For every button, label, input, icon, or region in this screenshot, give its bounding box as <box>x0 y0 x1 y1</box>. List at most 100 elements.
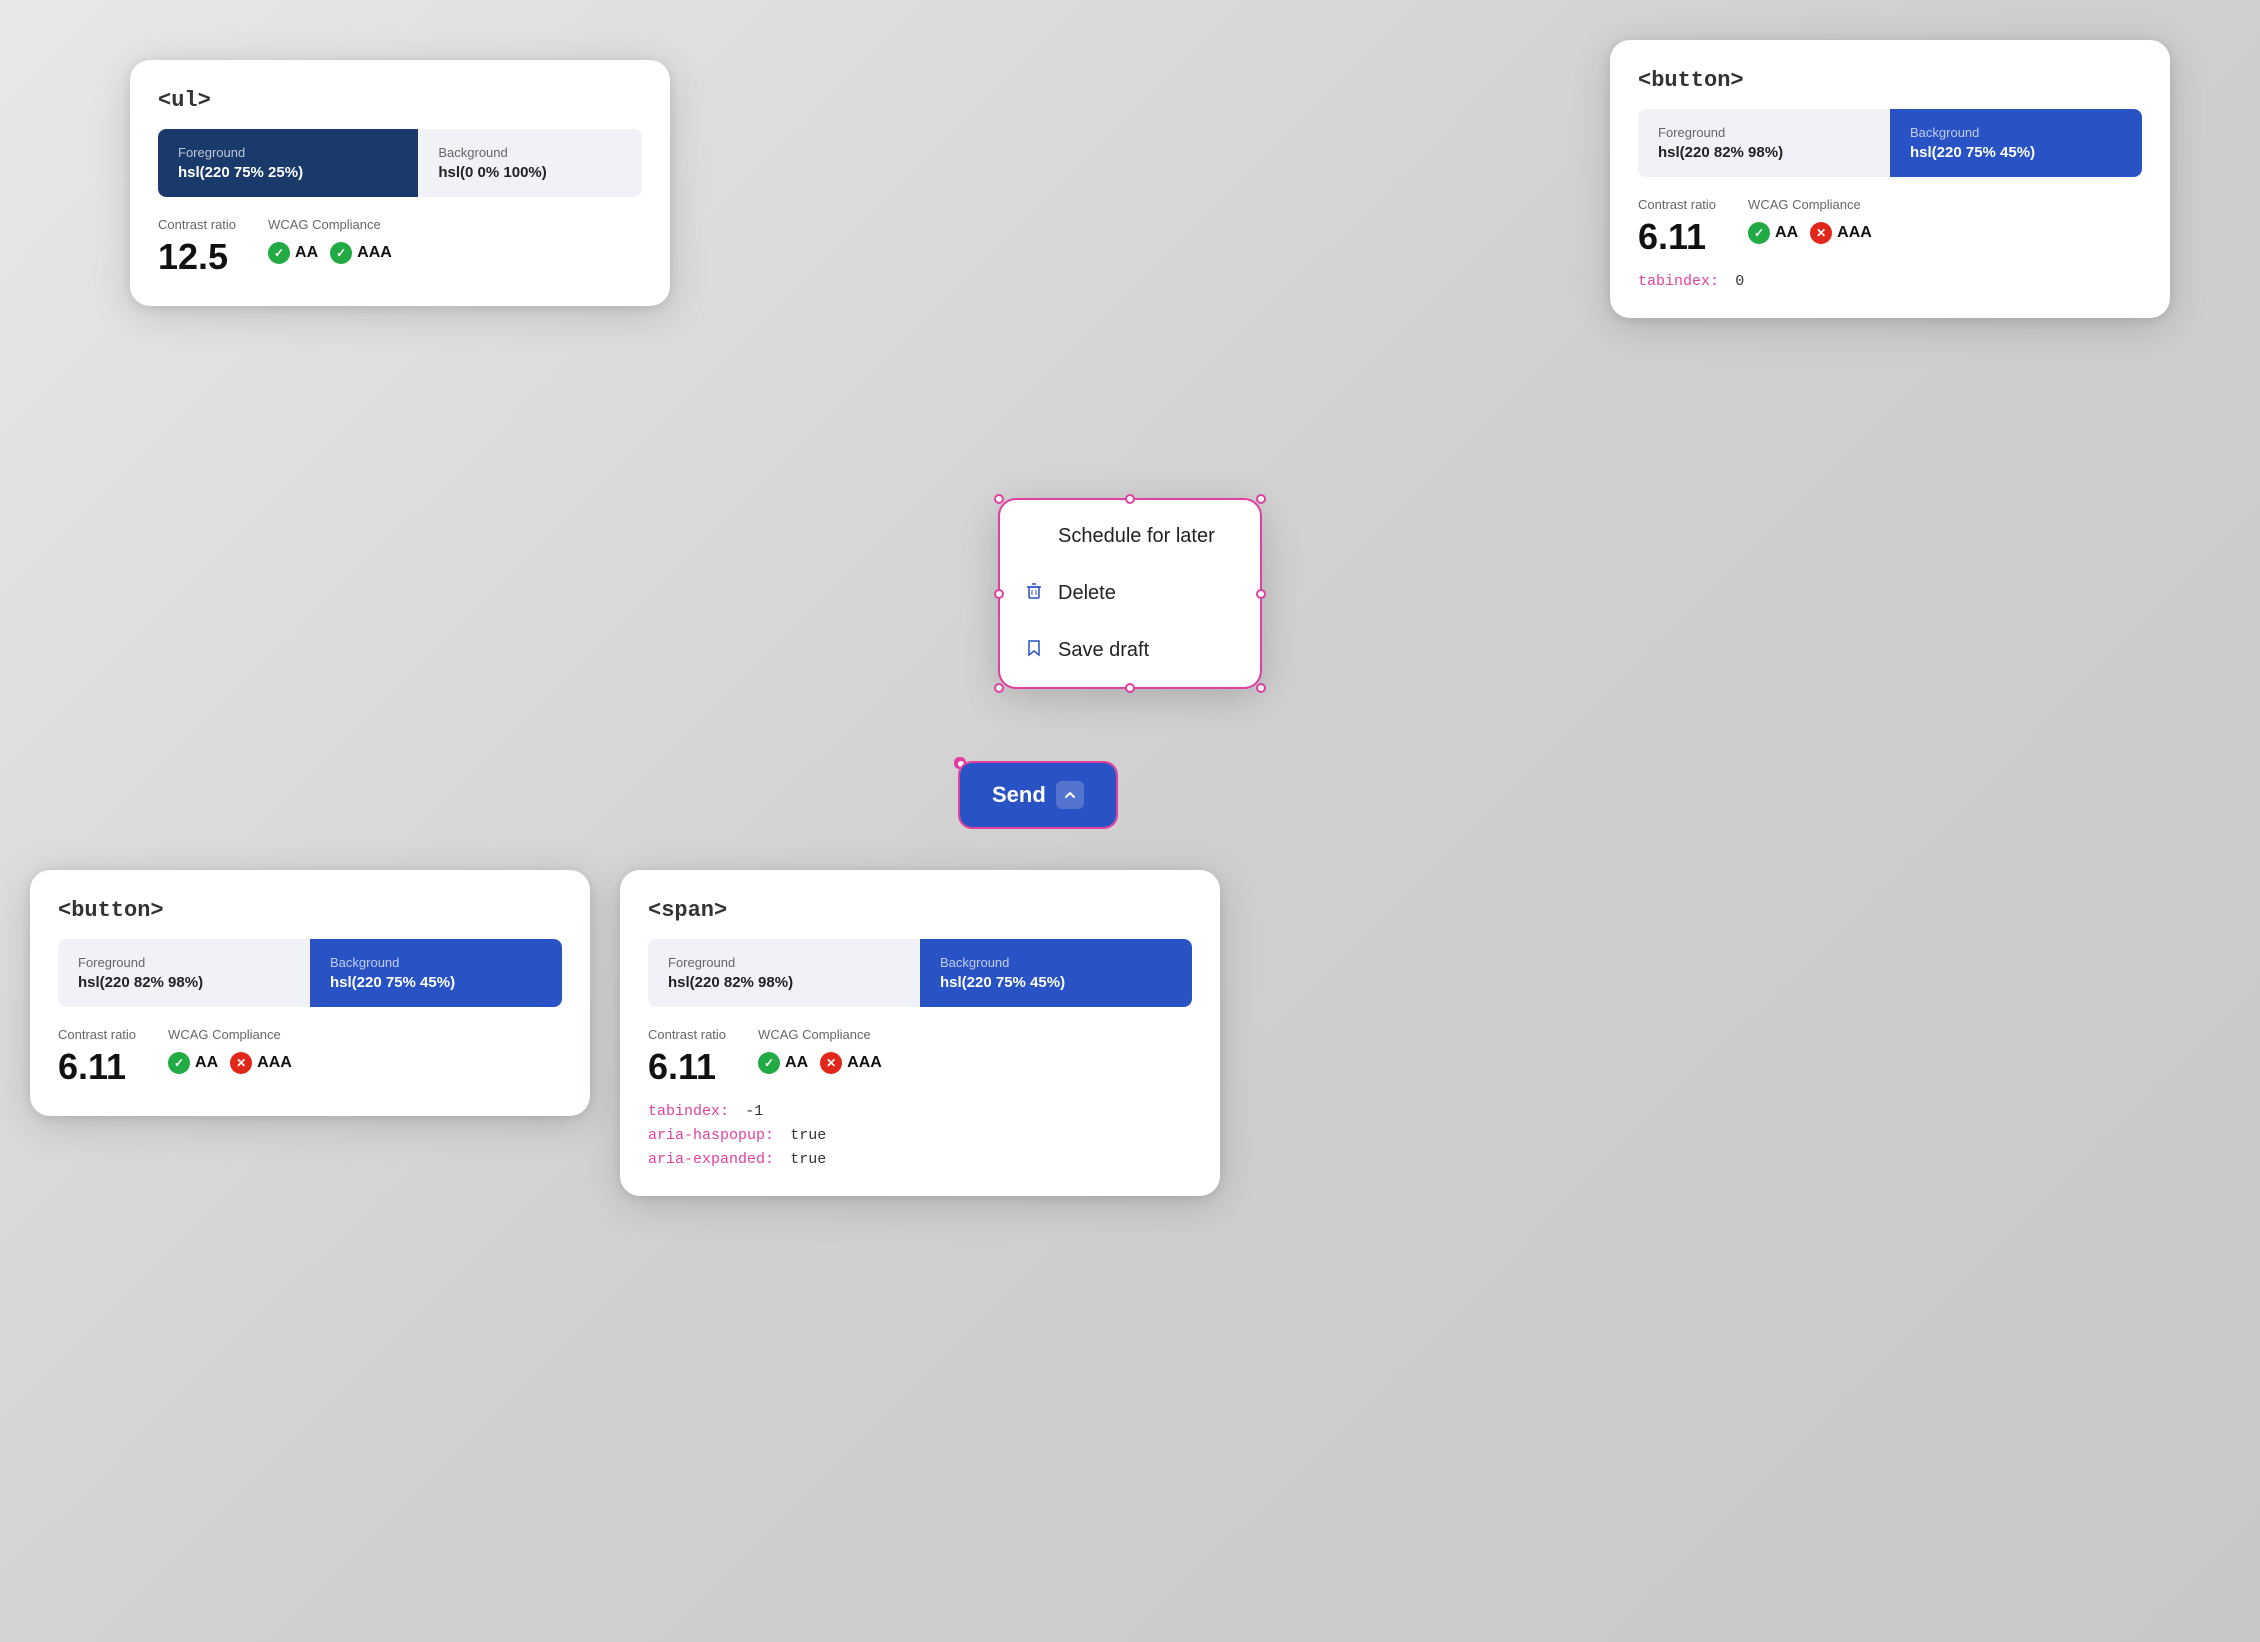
dropdown-item-save-draft[interactable]: Save draft <box>1000 622 1260 679</box>
calendar-icon <box>1024 524 1044 549</box>
fg-label-span: Foreground <box>668 955 900 970</box>
background-value-ul: hsl(0 0% 100%) <box>438 164 622 181</box>
wcag-label-ul: WCAG Compliance <box>268 217 392 232</box>
bg-label-btn-bottom: Background <box>330 955 542 970</box>
delete-label: Delete <box>1058 582 1116 605</box>
aaa-label-ul: AAA <box>357 244 392 262</box>
fg-label-btn-top: Foreground <box>1658 125 1870 140</box>
tabindex-label-btn-top: tabindex: <box>1638 273 1719 290</box>
wcag-badges-span: ✓ AA ✕ AAA <box>758 1052 882 1074</box>
tabindex-value-btn-top: 0 <box>1735 273 1744 290</box>
color-swatches-btn-bottom: Foreground hsl(220 82% 98%) Background h… <box>58 939 562 1007</box>
bookmark-icon <box>1024 638 1044 663</box>
dropdown-item-schedule[interactable]: Schedule for later <box>1000 508 1260 565</box>
bg-value-span: hsl(220 75% 45%) <box>940 974 1172 991</box>
aa-label-btn-bottom: AA <box>195 1054 218 1072</box>
aa-label-span: AA <box>785 1054 808 1072</box>
wcag-label-btn-top: WCAG Compliance <box>1748 197 1872 212</box>
wcag-label-span: WCAG Compliance <box>758 1027 882 1042</box>
foreground-swatch-ul: Foreground hsl(220 75% 25%) <box>158 129 418 197</box>
card-button-top: <button> Foreground hsl(220 82% 98%) Bac… <box>1610 40 2170 318</box>
selection-dot-tr <box>1256 494 1266 504</box>
color-swatches-span: Foreground hsl(220 82% 98%) Background h… <box>648 939 1192 1007</box>
wcag-badges-btn-bottom: ✓ AA ✕ AAA <box>168 1052 292 1074</box>
badge-aa-btn-top: ✓ AA <box>1748 222 1798 244</box>
selection-dot-br <box>1256 683 1266 693</box>
card-ul: <ul> Foreground hsl(220 75% 25%) Backgro… <box>130 60 670 306</box>
selection-dot-tm <box>1125 494 1135 504</box>
contrast-value-ul: 12.5 <box>158 236 236 278</box>
wcag-group-btn-bottom: WCAG Compliance ✓ AA ✕ AAA <box>168 1027 292 1074</box>
check-icon-aa-ul: ✓ <box>268 242 290 264</box>
chevron-icon <box>1056 781 1084 809</box>
contrast-value-btn-bottom: 6.11 <box>58 1046 136 1088</box>
selection-dot-ml <box>994 589 1004 599</box>
x-icon-aaa-span: ✕ <box>820 1052 842 1074</box>
contrast-group-ul: Contrast ratio 12.5 <box>158 217 236 278</box>
aria-attrs-span: tabindex: -1 aria-haspopup: true aria-ex… <box>648 1102 1192 1168</box>
wcag-label-btn-bottom: WCAG Compliance <box>168 1027 292 1042</box>
wcag-group-btn-top: WCAG Compliance ✓ AA ✕ AAA <box>1748 197 1872 244</box>
check-icon-aa-btn-bottom: ✓ <box>168 1052 190 1074</box>
badge-aaa-ul: ✓ AAA <box>330 242 392 264</box>
check-icon-aa-btn-top: ✓ <box>1748 222 1770 244</box>
contrast-value-span: 6.11 <box>648 1046 726 1088</box>
card-button-bottom: <button> Foreground hsl(220 82% 98%) Bac… <box>30 870 590 1116</box>
fg-label-btn-bottom: Foreground <box>78 955 290 970</box>
haspopup-value-span: true <box>790 1127 826 1144</box>
metrics-btn-bottom: Contrast ratio 6.11 WCAG Compliance ✓ AA… <box>58 1027 562 1088</box>
haspopup-row-span: aria-haspopup: true <box>648 1126 1192 1144</box>
color-swatches-button-top: Foreground hsl(220 82% 98%) Background h… <box>1638 109 2142 177</box>
contrast-group-btn-top: Contrast ratio 6.11 <box>1638 197 1716 258</box>
bg-swatch-span: Background hsl(220 75% 45%) <box>920 939 1192 1007</box>
contrast-label-ul: Contrast ratio <box>158 217 236 232</box>
save-draft-label: Save draft <box>1058 639 1149 662</box>
card-ul-title: <ul> <box>158 88 642 113</box>
fg-swatch-btn-bottom: Foreground hsl(220 82% 98%) <box>58 939 310 1007</box>
expanded-row-span: aria-expanded: true <box>648 1150 1192 1168</box>
bg-label-span: Background <box>940 955 1172 970</box>
tabindex-row-span: tabindex: -1 <box>648 1102 1192 1120</box>
badge-aa-span: ✓ AA <box>758 1052 808 1074</box>
wcag-group-ul: WCAG Compliance ✓ AA ✓ AAA <box>268 217 392 264</box>
badge-aaa-btn-top: ✕ AAA <box>1810 222 1872 244</box>
fg-swatch-span: Foreground hsl(220 82% 98%) <box>648 939 920 1007</box>
metrics-button-top: Contrast ratio 6.11 WCAG Compliance ✓ AA… <box>1638 197 2142 258</box>
badge-aaa-btn-bottom: ✕ AAA <box>230 1052 292 1074</box>
expanded-value-span: true <box>790 1151 826 1168</box>
expanded-label-span: aria-expanded: <box>648 1151 774 1168</box>
color-swatches-ul: Foreground hsl(220 75% 25%) Background h… <box>158 129 642 197</box>
card-button-bottom-title: <button> <box>58 898 562 923</box>
contrast-label-btn-top: Contrast ratio <box>1638 197 1716 212</box>
selection-dot-bm <box>1125 683 1135 693</box>
card-span-title: <span> <box>648 898 1192 923</box>
background-swatch-button-top: Background hsl(220 75% 45%) <box>1890 109 2142 177</box>
foreground-label-ul: Foreground <box>178 145 398 160</box>
fg-value-span: hsl(220 82% 98%) <box>668 974 900 991</box>
contrast-label-span: Contrast ratio <box>648 1027 726 1042</box>
aaa-label-span: AAA <box>847 1054 882 1072</box>
metrics-span: Contrast ratio 6.11 WCAG Compliance ✓ AA… <box>648 1027 1192 1088</box>
aaa-label-btn-bottom: AAA <box>257 1054 292 1072</box>
dropdown-menu: Schedule for later Delete Save draft <box>1000 500 1260 687</box>
dropdown-item-delete[interactable]: Delete <box>1000 565 1260 622</box>
check-icon-aa-span: ✓ <box>758 1052 780 1074</box>
trash-icon <box>1024 581 1044 606</box>
contrast-label-btn-bottom: Contrast ratio <box>58 1027 136 1042</box>
aaa-label-btn-top: AAA <box>1837 224 1872 242</box>
wcag-badges-ul: ✓ AA ✓ AAA <box>268 242 392 264</box>
aa-label-btn-top: AA <box>1775 224 1798 242</box>
wcag-group-span: WCAG Compliance ✓ AA ✕ AAA <box>758 1027 882 1074</box>
bg-label-btn-top: Background <box>1910 125 2122 140</box>
wcag-badges-btn-top: ✓ AA ✕ AAA <box>1748 222 1872 244</box>
send-button[interactable]: Send <box>960 763 1116 827</box>
foreground-value-ul: hsl(220 75% 25%) <box>178 164 398 181</box>
fg-value-btn-top: hsl(220 82% 98%) <box>1658 144 1870 161</box>
selection-dot-bl <box>994 683 1004 693</box>
bg-value-btn-bottom: hsl(220 75% 45%) <box>330 974 542 991</box>
x-icon-aaa-btn-bottom: ✕ <box>230 1052 252 1074</box>
contrast-value-btn-top: 6.11 <box>1638 216 1716 258</box>
card-button-top-title: <button> <box>1638 68 2142 93</box>
bg-swatch-btn-bottom: Background hsl(220 75% 45%) <box>310 939 562 1007</box>
card-span: <span> Foreground hsl(220 82% 98%) Backg… <box>620 870 1220 1196</box>
